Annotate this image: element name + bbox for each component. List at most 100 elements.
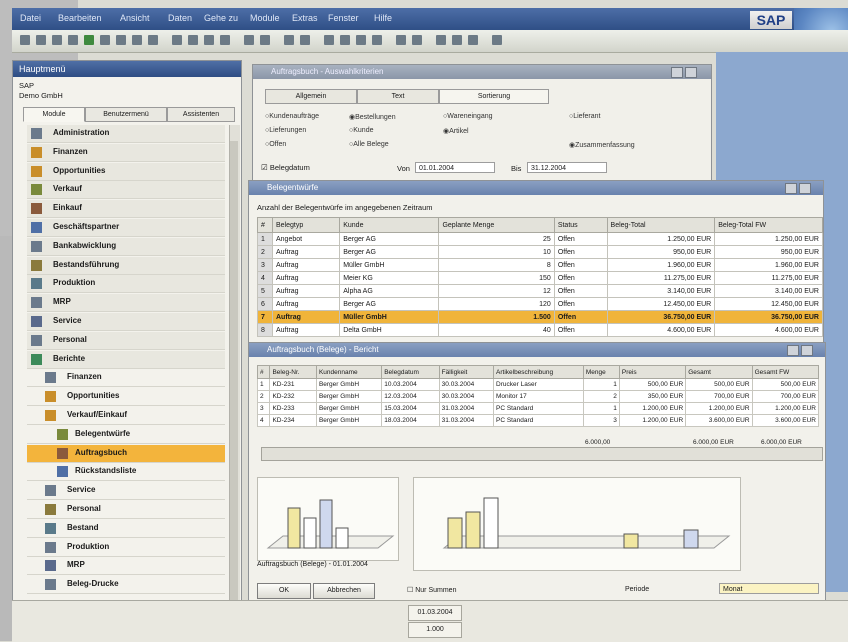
- main-menu-item[interactable]: Finanzen: [27, 369, 225, 388]
- tab-sortierung[interactable]: Sortierung: [439, 89, 549, 104]
- report-column-header[interactable]: Gesamt FW: [751, 365, 820, 379]
- main-menu-item[interactable]: Bestandsführung: [27, 256, 225, 275]
- report-horizontal-scrollbar[interactable]: [261, 447, 823, 461]
- menu-ansicht[interactable]: Ansicht: [120, 13, 150, 23]
- tab-assistenten[interactable]: Assistenten: [167, 107, 235, 122]
- main-menu-item[interactable]: Geschäftspartner: [27, 219, 225, 237]
- find-icon[interactable]: [132, 35, 142, 45]
- paste-icon[interactable]: [412, 35, 422, 45]
- cancel-button[interactable]: Abbrechen: [313, 583, 375, 599]
- menu-fenster[interactable]: Fenster: [328, 13, 359, 23]
- to-date-field[interactable]: 31.12.2004: [527, 162, 607, 173]
- messages-icon[interactable]: [468, 35, 478, 45]
- main-menu-item[interactable]: Service: [27, 482, 225, 501]
- menu-extras[interactable]: Extras: [292, 13, 318, 23]
- main-menu-scroll-thumb[interactable]: [230, 141, 238, 601]
- drafts-column-header[interactable]: #: [257, 217, 273, 233]
- period-dropdown[interactable]: Monat: [719, 583, 819, 594]
- report-column-header[interactable]: Fälligkeit: [438, 365, 495, 379]
- report-column-header[interactable]: Menge: [582, 365, 620, 379]
- word-icon[interactable]: [100, 35, 110, 45]
- main-menu-item[interactable]: Einkauf: [27, 200, 225, 219]
- lock-icon[interactable]: [116, 35, 126, 45]
- menu-daten[interactable]: Daten: [168, 13, 192, 23]
- target-document-icon[interactable]: [300, 35, 310, 45]
- last-record-icon[interactable]: [220, 35, 230, 45]
- first-record-icon[interactable]: [172, 35, 182, 45]
- radio-zusammenfassung[interactable]: Zusammenfassung: [569, 141, 635, 149]
- filter-icon[interactable]: [244, 35, 254, 45]
- table-row[interactable]: 4 Auftrag Meier KG 150 Offen 11.275,00 EUR 11.…: [257, 271, 823, 285]
- main-menu-item[interactable]: Produktion: [27, 275, 225, 294]
- radio-lieferant[interactable]: Lieferant: [569, 113, 600, 120]
- calculator-icon[interactable]: [436, 35, 446, 45]
- report-column-header[interactable]: Kundenname: [315, 365, 383, 379]
- main-menu-item[interactable]: Personal: [27, 331, 225, 350]
- table-row[interactable]: 4 KD-234 Berger GmbH 18.03.2004 31.03.2004 PC…: [256, 414, 820, 427]
- excel-icon[interactable]: [84, 35, 94, 45]
- sms-icon[interactable]: [68, 35, 78, 45]
- print-icon[interactable]: [20, 35, 30, 45]
- main-menu-item[interactable]: Service: [27, 313, 225, 331]
- drafts-column-header[interactable]: Beleg-Total FW: [714, 217, 823, 233]
- table-row[interactable]: 3 Auftrag Müller GmbH 8 Offen 1.960,00 EUR 1.9…: [257, 258, 823, 272]
- main-menu-item[interactable]: Produktion: [27, 539, 225, 557]
- preview-icon[interactable]: [36, 35, 46, 45]
- calendar-icon[interactable]: [452, 35, 462, 45]
- radio-lieferungen[interactable]: Lieferungen: [265, 127, 306, 134]
- journal-icon[interactable]: [340, 35, 350, 45]
- table-row[interactable]: 7 Auftrag Müller GmbH 1.500 Offen 36.750,00 E…: [257, 310, 823, 324]
- main-menu-item[interactable]: Bestand: [27, 520, 225, 538]
- main-menu-item[interactable]: Auftragsbuch: [27, 444, 225, 463]
- main-menu-item[interactable]: Belegentwürfe: [27, 426, 225, 444]
- main-menu-item[interactable]: Personal: [27, 501, 225, 519]
- minimize-icon[interactable]: [671, 67, 683, 78]
- menu-datei[interactable]: Datei: [20, 13, 41, 23]
- table-row[interactable]: 1 KD-231 Berger GmbH 10.03.2004 30.03.2004 Dr…: [256, 378, 820, 391]
- menu-hilfe[interactable]: Hilfe: [374, 13, 392, 23]
- menu-bearbeiten[interactable]: Bearbeiten: [58, 13, 102, 23]
- report-column-header[interactable]: Belegdatum: [381, 365, 440, 379]
- from-date-field[interactable]: 01.01.2004: [415, 162, 495, 173]
- main-menu-item[interactable]: MRP: [27, 294, 225, 313]
- report-column-header[interactable]: Artikelbeschreibung: [493, 365, 584, 379]
- radio-wareneingang[interactable]: Wareneingang: [443, 113, 492, 120]
- table-row[interactable]: 1 Angebot Berger AG 25 Offen 1.250,00 EUR 1.25…: [257, 232, 823, 246]
- close-icon[interactable]: [799, 183, 811, 194]
- layout-icon[interactable]: [356, 35, 366, 45]
- drafts-column-header[interactable]: Beleg-Total: [606, 217, 716, 233]
- radio-bestellungen[interactable]: Bestellungen: [349, 113, 395, 121]
- drafts-column-header[interactable]: Kunde: [339, 217, 440, 233]
- report-column-header[interactable]: Preis: [618, 365, 687, 379]
- table-row[interactable]: 3 KD-233 Berger GmbH 15.03.2004 31.03.2004 PC…: [256, 402, 820, 415]
- report-column-header[interactable]: Gesamt: [685, 365, 753, 379]
- gross-profit-icon[interactable]: [324, 35, 334, 45]
- main-menu-item[interactable]: Opportunities: [27, 162, 225, 181]
- main-menu-item[interactable]: Verkauf/Einkauf: [27, 407, 225, 425]
- email-icon[interactable]: [52, 35, 62, 45]
- base-document-icon[interactable]: [284, 35, 294, 45]
- ok-button[interactable]: OK: [257, 583, 311, 599]
- menu-module[interactable]: Module: [250, 13, 280, 23]
- date-checkbox-label[interactable]: ☑ Belegdatum: [261, 163, 310, 172]
- main-menu-item[interactable]: Rückstandsliste: [27, 463, 225, 482]
- minimize-icon[interactable]: [785, 183, 797, 194]
- radio-alle-belege[interactable]: Alle Belege: [349, 141, 388, 148]
- radio-artikel[interactable]: Artikel: [443, 127, 468, 135]
- minimize-icon[interactable]: [787, 345, 799, 356]
- close-icon[interactable]: [801, 345, 813, 356]
- copy-icon[interactable]: [396, 35, 406, 45]
- main-menu-item[interactable]: Beleg-Drucke: [27, 576, 225, 595]
- tab-allgemein[interactable]: Allgemein: [265, 89, 357, 104]
- main-menu-item[interactable]: Verkauf: [27, 181, 225, 200]
- radio-kundenauftraege[interactable]: Kundenaufträge: [265, 113, 319, 120]
- tab-text[interactable]: Text: [357, 89, 439, 104]
- table-row[interactable]: 6 Auftrag Berger AG 120 Offen 12.450,00 EUR 12…: [257, 297, 823, 311]
- table-row[interactable]: 2 KD-232 Berger GmbH 12.03.2004 30.03.2004 Mo…: [256, 390, 820, 403]
- table-row[interactable]: 8 Auftrag Delta GmbH 40 Offen 4.600,00 EUR 4.6…: [257, 323, 823, 337]
- totals-only-checkbox[interactable]: ☐ Nur Summen: [407, 586, 456, 594]
- maximize-icon[interactable]: [685, 67, 697, 78]
- settings-icon[interactable]: [372, 35, 382, 45]
- main-menu-item[interactable]: Berichte: [27, 350, 225, 369]
- report-column-header[interactable]: #: [256, 365, 271, 379]
